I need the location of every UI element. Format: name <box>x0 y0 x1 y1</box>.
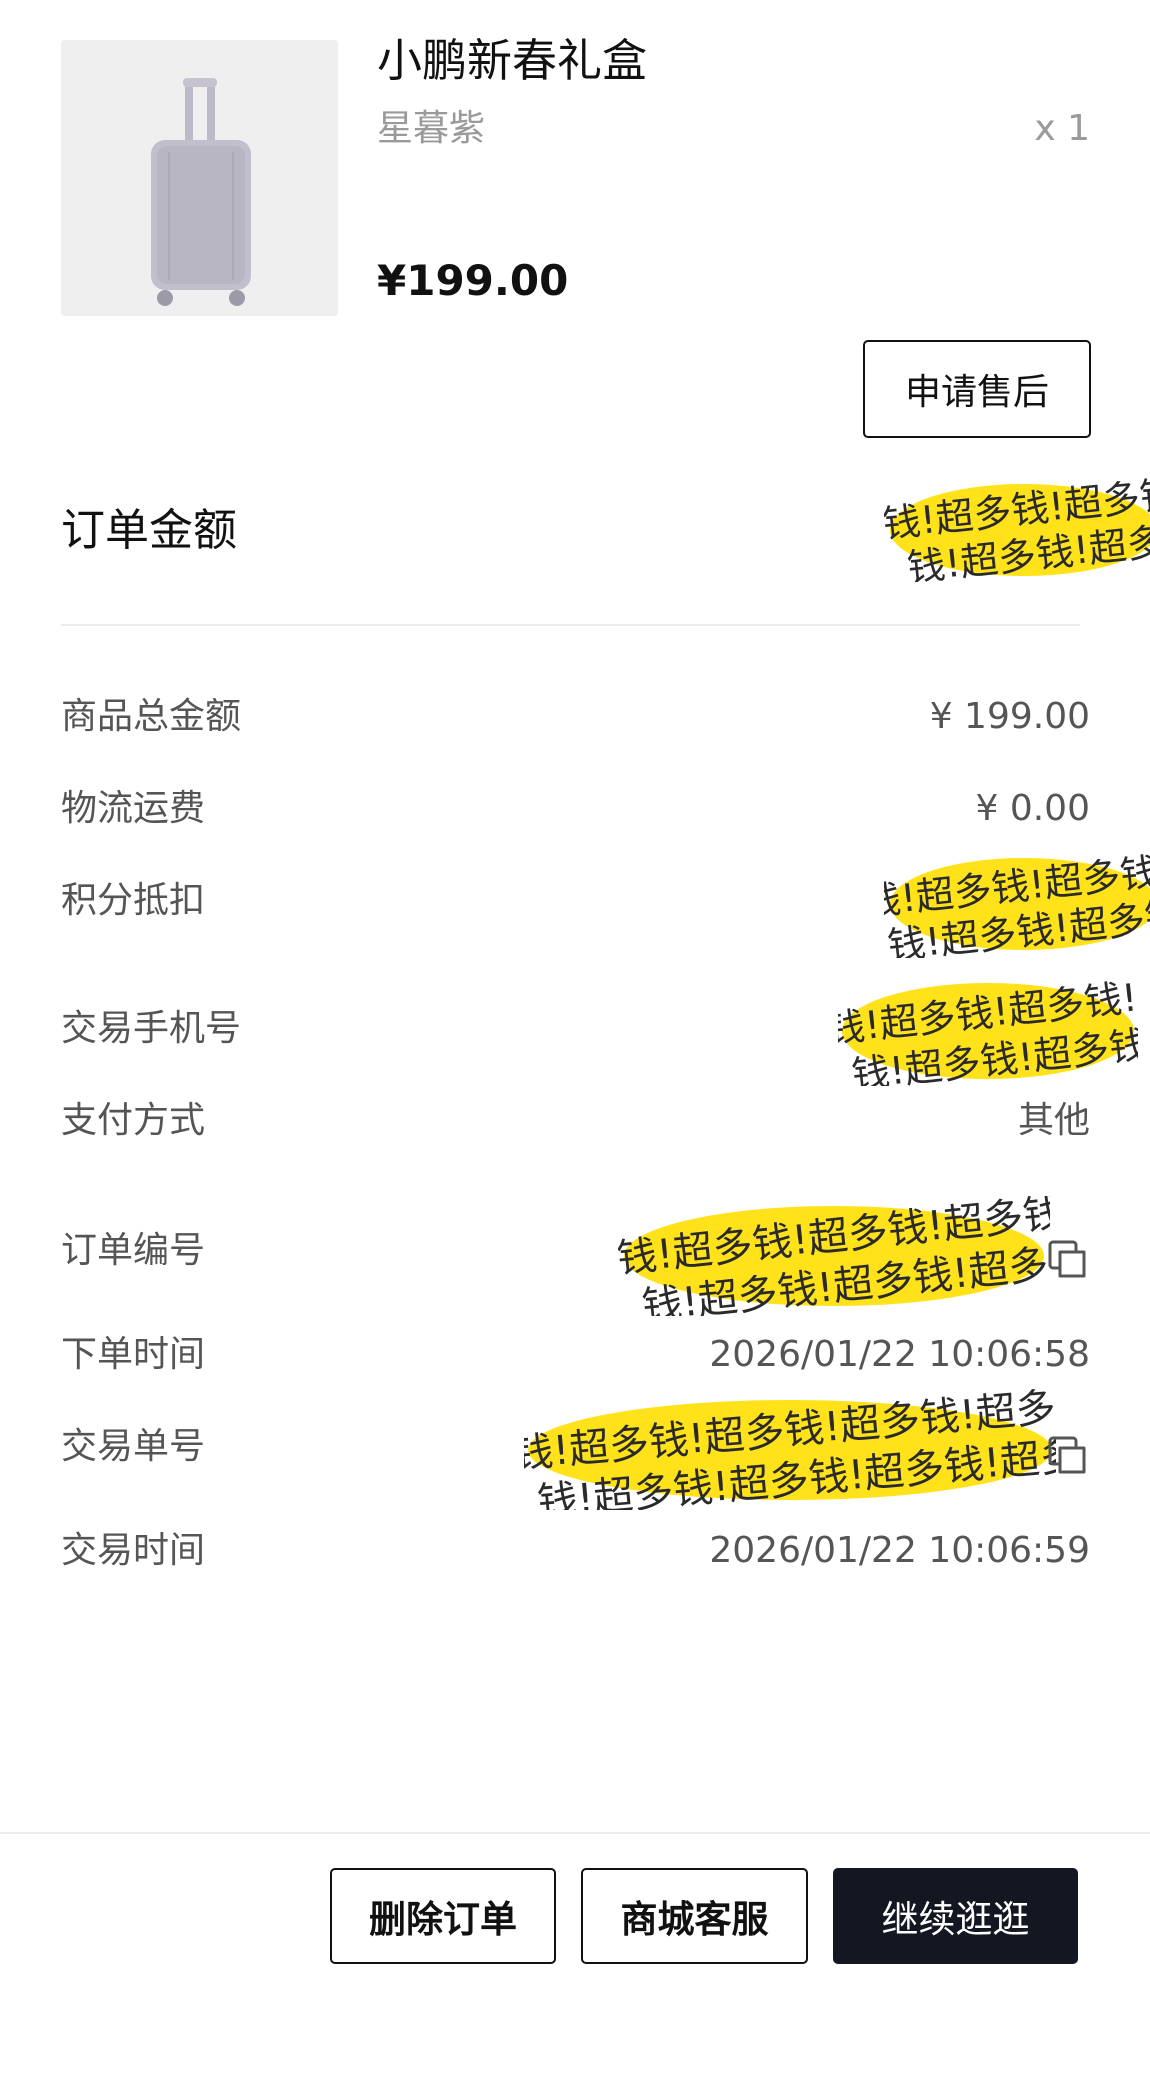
after-sale-button-label: 申请售后 <box>904 372 1049 413</box>
after-sale-button[interactable]: 申请售后 <box>863 340 1091 438</box>
order-amount-title: 订单金额 <box>61 505 237 556</box>
delete-order-button[interactable]: 删除订单 <box>330 1868 556 1964</box>
order-number-label: 订单编号 <box>61 1230 206 1271</box>
section-divider <box>61 624 1080 626</box>
transaction-time-label: 交易时间 <box>61 1530 206 1571</box>
shipping-label: 物流运费 <box>61 788 206 829</box>
points-deduction-label: 积分抵扣 <box>61 880 206 921</box>
transaction-number-label: 交易单号 <box>61 1426 206 1467</box>
customer-service-button[interactable]: 商城客服 <box>581 1868 808 1964</box>
delete-order-button-label: 删除订单 <box>369 1898 517 1941</box>
transaction-number-redaction: 钱!超多钱!超多钱!超多钱!超多钱!超多 钱!超多钱!超多钱!超多钱!超多钱!超… <box>524 1388 1056 1510</box>
goods-total-label: 商品总金额 <box>61 696 242 737</box>
continue-shopping-button[interactable]: 继续逛逛 <box>833 1868 1078 1964</box>
points-deduction-redaction: 钱!超多钱!超多钱!超多钱!超多钱!超多 钱!超多钱!超多钱!超多钱!超多钱!超… <box>884 852 1150 958</box>
order-number-redaction: 钱!超多钱!超多钱!超多钱!超多钱!超多 钱!超多钱!超多钱!超多钱!超多钱!超… <box>618 1196 1050 1316</box>
order-time-value: 2026/01/22 10:06:58 <box>709 1334 1090 1375</box>
order-time-label: 下单时间 <box>61 1334 206 1375</box>
product-name: 小鹏新春礼盒 <box>377 34 648 87</box>
goods-total-value: ¥ 199.00 <box>929 696 1090 737</box>
transaction-phone-redaction: 钱!超多钱!超多钱!超多钱!超多钱!超多 钱!超多钱!超多钱!超多钱!超多钱!超… <box>838 976 1138 1086</box>
product-quantity: x 1 <box>1034 108 1090 149</box>
payment-method-label: 支付方式 <box>61 1100 206 1141</box>
product-image[interactable] <box>61 40 338 316</box>
continue-shopping-button-label: 继续逛逛 <box>881 1898 1030 1941</box>
shipping-value: ¥ 0.00 <box>975 788 1090 829</box>
bottom-bar-divider <box>0 1832 1150 1834</box>
transaction-phone-label: 交易手机号 <box>61 1008 242 1049</box>
product-variant: 星暮紫 <box>377 108 486 149</box>
customer-service-button-label: 商城客服 <box>620 1898 769 1941</box>
product-price: ¥199.00 <box>377 256 569 305</box>
transaction-time-value: 2026/01/22 10:06:59 <box>709 1530 1090 1571</box>
copy-transaction-number-icon[interactable] <box>1046 1434 1090 1478</box>
order-amount-redaction: 钱!超多钱!超多钱!超多钱!超多钱!超多 钱!超多钱!超多钱!超多钱!超多钱!超… <box>884 478 1150 582</box>
suitcase-image <box>61 40 338 316</box>
payment-method-value: 其他 <box>1017 1100 1090 1141</box>
copy-order-number-icon[interactable] <box>1046 1238 1090 1282</box>
